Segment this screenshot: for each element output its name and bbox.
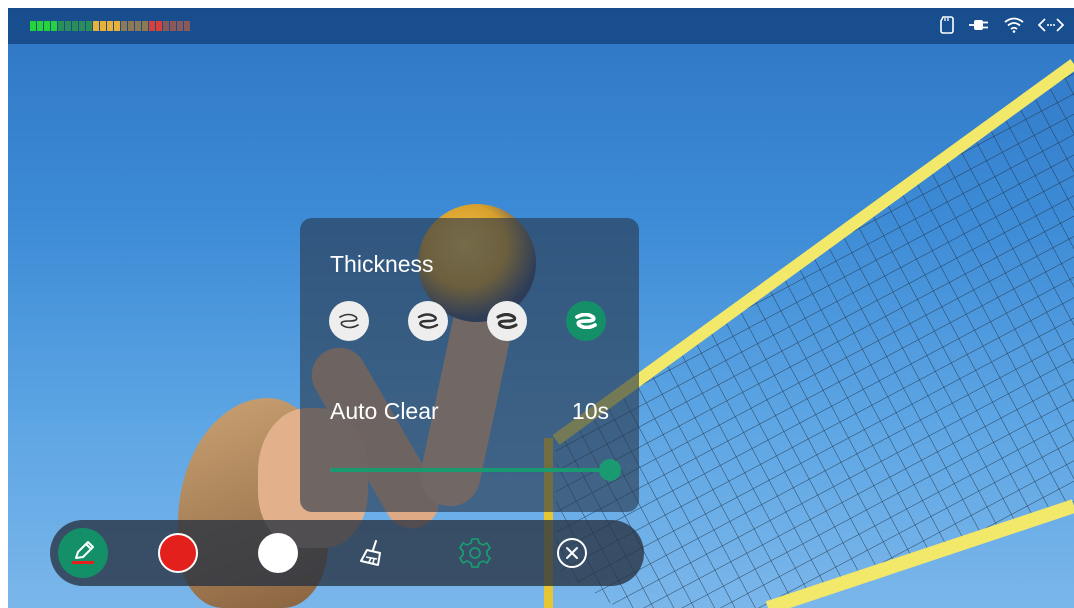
level-meter-segment bbox=[142, 21, 148, 31]
level-meter-segment bbox=[100, 21, 106, 31]
level-meter-segment bbox=[93, 21, 99, 31]
level-meter-segment bbox=[44, 21, 50, 31]
level-meter-segment bbox=[163, 21, 169, 31]
auto-clear-label: Auto Clear bbox=[330, 398, 439, 424]
wifi-icon bbox=[1004, 15, 1024, 35]
power-plug-icon bbox=[968, 15, 990, 35]
thickness-options bbox=[329, 301, 611, 341]
level-meter-segment bbox=[149, 21, 155, 31]
level-meter-segment bbox=[128, 21, 134, 31]
level-meter-segment bbox=[86, 21, 92, 31]
stroke-thickest-icon bbox=[575, 313, 597, 329]
stroke-medium-icon bbox=[417, 313, 439, 329]
thickness-thickest-button[interactable] bbox=[566, 301, 606, 341]
slider-fill bbox=[330, 468, 610, 472]
close-icon bbox=[557, 538, 587, 568]
level-meter-segment bbox=[65, 21, 71, 31]
pen-icon bbox=[72, 541, 94, 564]
auto-clear-value: 10s bbox=[571, 398, 609, 424]
drawing-toolbar bbox=[50, 520, 644, 586]
gear-icon bbox=[459, 538, 491, 568]
slider-thumb[interactable] bbox=[599, 459, 621, 481]
level-meter-segment bbox=[58, 21, 64, 31]
level-meter-segment bbox=[121, 21, 127, 31]
level-meter-segment bbox=[135, 21, 141, 31]
level-meter-segment bbox=[51, 21, 57, 31]
settings-button[interactable] bbox=[455, 533, 495, 573]
clear-button[interactable] bbox=[353, 533, 393, 573]
status-bar bbox=[8, 8, 1074, 44]
drawing-settings-panel: Thickness Auto Clear 10s bbox=[300, 218, 639, 512]
level-meter-segment bbox=[37, 21, 43, 31]
thickness-label: Thickness bbox=[330, 251, 434, 277]
close-button[interactable] bbox=[552, 533, 592, 573]
level-meter-segment bbox=[107, 21, 113, 31]
level-meter-segment bbox=[72, 21, 78, 31]
audio-level-meter bbox=[30, 21, 190, 31]
thickness-thick-button[interactable] bbox=[487, 301, 527, 341]
level-meter-segment bbox=[177, 21, 183, 31]
stroke-thick-icon bbox=[496, 313, 518, 329]
auto-clear-slider[interactable] bbox=[330, 459, 621, 481]
code-brackets-icon bbox=[1038, 15, 1064, 35]
level-meter-segment bbox=[79, 21, 85, 31]
level-meter-segment bbox=[114, 21, 120, 31]
broom-icon bbox=[360, 540, 381, 566]
camera-preview: Thickness Auto Clear 10s bbox=[8, 8, 1074, 608]
thickness-medium-button[interactable] bbox=[408, 301, 448, 341]
level-meter-segment bbox=[156, 21, 162, 31]
status-icons bbox=[940, 15, 1064, 35]
level-meter-segment bbox=[184, 21, 190, 31]
pen-tool-button[interactable] bbox=[58, 528, 108, 578]
stroke-thin-icon bbox=[339, 313, 359, 329]
level-meter-segment bbox=[30, 21, 36, 31]
color-red-button[interactable] bbox=[158, 533, 198, 573]
color-white-button[interactable] bbox=[258, 533, 298, 573]
thickness-thin-button[interactable] bbox=[329, 301, 369, 341]
sd-card-icon bbox=[940, 15, 954, 35]
level-meter-segment bbox=[170, 21, 176, 31]
